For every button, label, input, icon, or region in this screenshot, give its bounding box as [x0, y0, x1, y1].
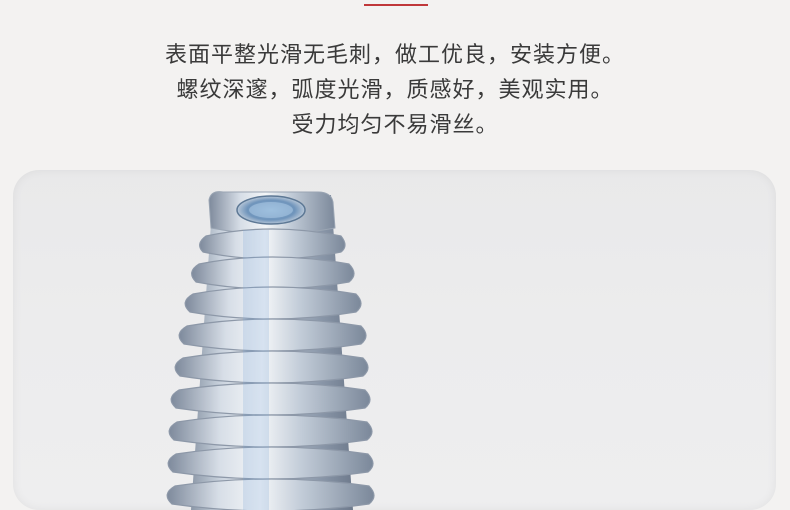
screw-threads — [166, 228, 375, 510]
screw-photo — [166, 191, 375, 510]
description-line: 受力均匀不易滑丝。 — [291, 113, 499, 138]
screw-head — [208, 191, 336, 235]
product-photo-card — [13, 170, 776, 510]
accent-divider — [364, 4, 428, 6]
zinc-tint — [243, 230, 269, 510]
description-line: 表面平整光滑无毛刺，做工优良，安装方便。 — [164, 43, 625, 68]
product-description: 表面平整光滑无毛刺，做工优良，安装方便。 螺纹深邃，弧度光滑，质感好，美观实用。… — [0, 38, 790, 143]
description-line: 螺纹深邃，弧度光滑，质感好，美观实用。 — [176, 78, 614, 103]
